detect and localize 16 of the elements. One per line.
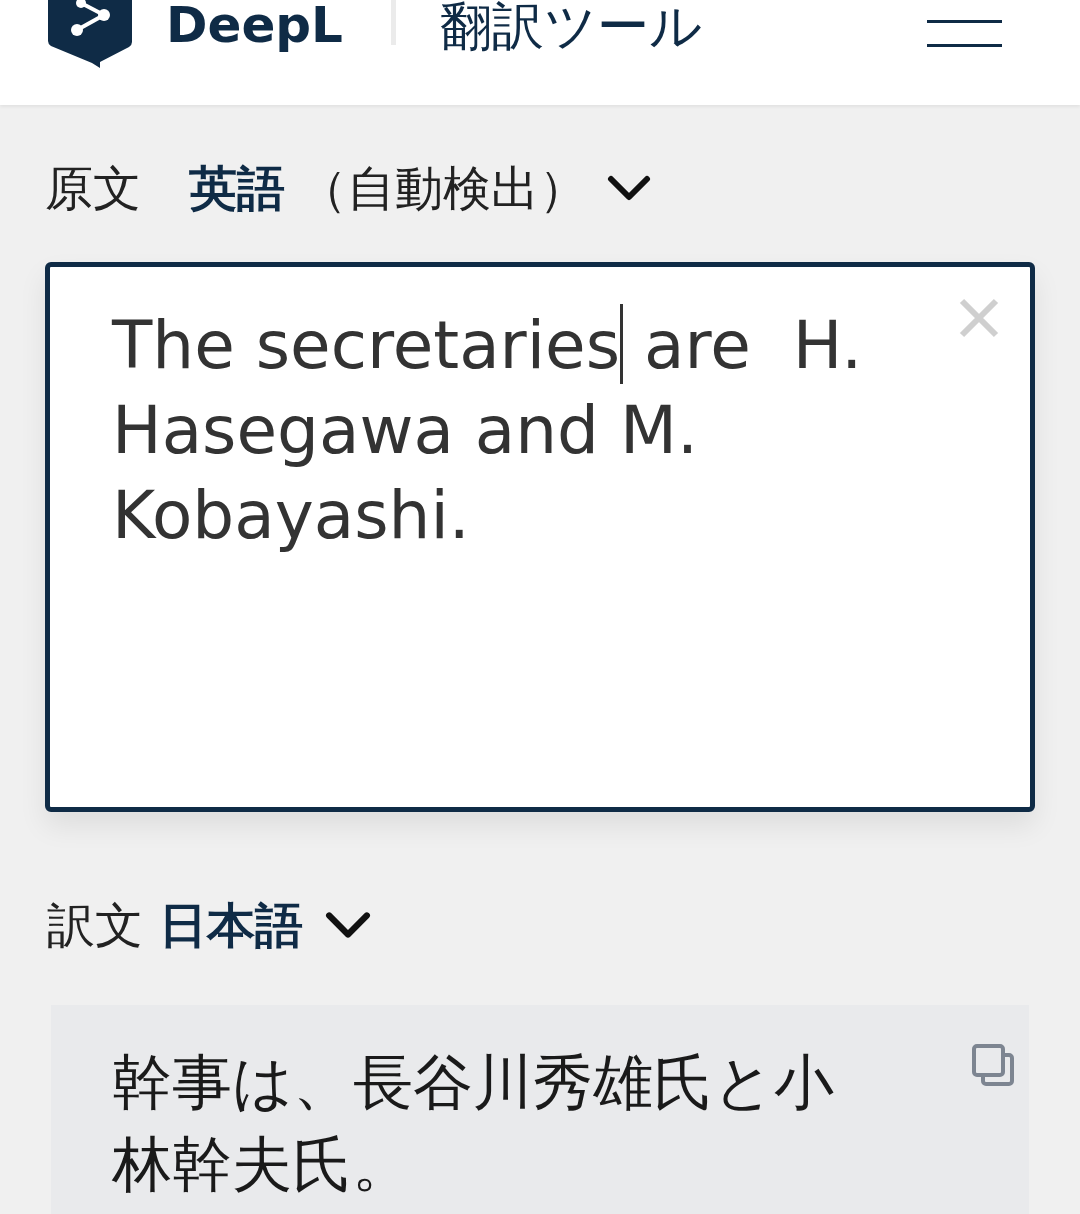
clear-button[interactable] [959, 298, 999, 338]
menu-button[interactable] [927, 19, 1002, 49]
logo-text: DeepL [166, 0, 343, 50]
copy-icon [972, 1044, 1014, 1086]
source-language-select[interactable]: 英語 （自動検出） [189, 164, 651, 212]
target-language-select[interactable]: 日本語 [159, 901, 371, 949]
source-label: 原文 [45, 164, 141, 212]
chevron-down-icon [607, 175, 651, 201]
menu-icon [927, 19, 1002, 49]
target-label: 訳文 [47, 901, 143, 949]
source-text-field[interactable]: The secretaries are H. Hasegawa and M. Kobayashi. [45, 262, 1035, 812]
copy-button[interactable] [972, 1044, 1014, 1086]
tool-title: 翻訳ツール [440, 0, 702, 52]
translation-text: 幹事は、長谷川秀雄氏と小林幹夫氏。 [112, 1046, 835, 1201]
close-icon [959, 298, 999, 338]
chevron-down-icon [325, 911, 371, 939]
